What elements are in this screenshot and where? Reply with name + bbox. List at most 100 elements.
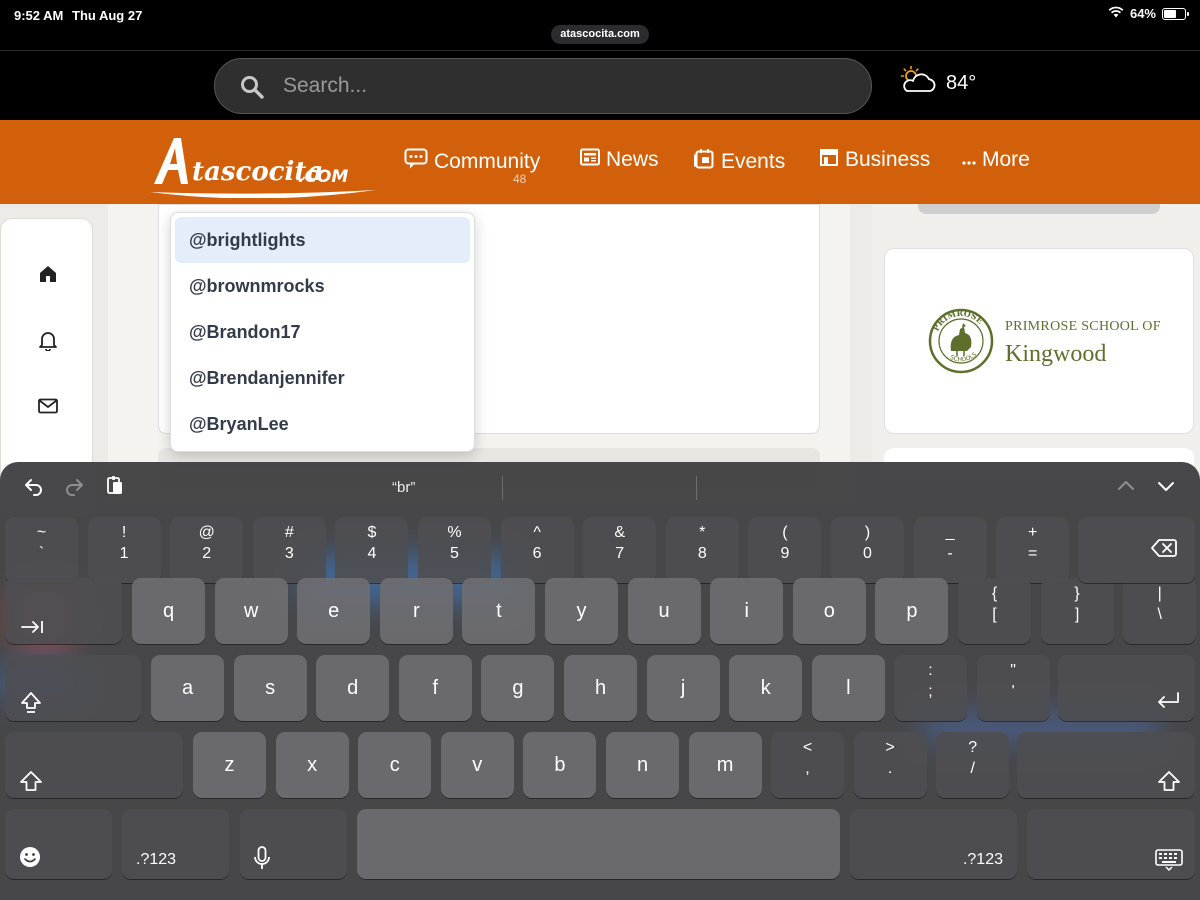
letter-key[interactable]: e xyxy=(297,578,371,644)
number-key[interactable]: @2 xyxy=(170,517,244,583)
letter-key[interactable]: h xyxy=(564,655,637,721)
letter-key[interactable]: d xyxy=(316,655,390,721)
letter-key[interactable]: p xyxy=(875,578,949,644)
shift-key-left[interactable] xyxy=(5,732,183,798)
nav-community[interactable]: Community 48 xyxy=(404,148,540,186)
letter-key[interactable]: x xyxy=(275,732,349,798)
symbol-key[interactable]: ? / xyxy=(936,732,1010,798)
ad-card[interactable]: PRIMROSE SCHOOLS PRIMROSE SCHOOL OF King… xyxy=(884,248,1194,434)
number-key[interactable]: #3 xyxy=(252,517,326,583)
return-key[interactable] xyxy=(1058,655,1195,721)
key-shift-label: } xyxy=(1074,585,1080,602)
prediction-suggestion[interactable]: “br” xyxy=(392,479,415,496)
nav-events[interactable]: Events xyxy=(693,148,785,176)
letter-key[interactable]: l xyxy=(811,655,885,721)
symbol-key[interactable]: <, xyxy=(771,732,844,798)
letter-key[interactable]: g xyxy=(481,655,555,721)
search-input[interactable] xyxy=(283,69,843,103)
nav-more[interactable]: More xyxy=(962,148,1030,172)
letter-key[interactable]: f xyxy=(398,655,472,721)
mention-item[interactable]: @BryanLee xyxy=(175,401,470,447)
number-key[interactable]: $4 xyxy=(335,517,409,583)
number-key[interactable]: _ - xyxy=(913,517,987,583)
mention-item[interactable]: @brownmrocks xyxy=(175,263,470,309)
caps-lock-key[interactable] xyxy=(5,655,141,721)
number-key[interactable]: * 8 xyxy=(665,517,739,583)
number-key[interactable]: & 7 xyxy=(583,517,657,583)
letter-key[interactable]: s xyxy=(233,655,307,721)
key-label: f xyxy=(432,677,439,699)
letter-key[interactable]: j xyxy=(646,655,720,721)
weather-widget[interactable]: 84° xyxy=(898,65,976,101)
home-icon[interactable] xyxy=(37,263,59,285)
letter-key[interactable]: o xyxy=(792,578,866,644)
key-label: p xyxy=(906,600,918,622)
letter-key[interactable]: z xyxy=(193,732,266,798)
symbol-key[interactable]: | \ xyxy=(1123,578,1197,644)
number-key[interactable]: ^ 6 xyxy=(500,517,574,583)
number-key[interactable]: ~ ` xyxy=(5,517,78,583)
numbers-key-right[interactable]: .?123 xyxy=(850,809,1017,879)
chevron-up-icon[interactable] xyxy=(1114,474,1138,498)
mention-item[interactable]: @Brendanjennifer xyxy=(175,355,470,401)
symbol-key[interactable]: {[ xyxy=(958,578,1031,644)
number-key[interactable]: % 5 xyxy=(418,517,491,583)
letter-key[interactable]: t xyxy=(462,578,536,644)
search-box[interactable] xyxy=(214,58,872,114)
letter-key[interactable]: m xyxy=(688,732,762,798)
nav-news[interactable]: News xyxy=(580,148,659,172)
letter-key[interactable]: c xyxy=(358,732,432,798)
tab-key[interactable] xyxy=(5,578,122,644)
url-pill[interactable]: atascocita.com xyxy=(551,25,649,44)
mention-item[interactable]: @brightlights xyxy=(175,217,470,263)
mention-item[interactable]: @Brandon17 xyxy=(175,309,470,355)
key-label: ' xyxy=(1011,683,1015,700)
key-label: 0 xyxy=(863,545,872,562)
redo-icon[interactable] xyxy=(62,474,86,498)
letter-key[interactable]: b xyxy=(523,732,597,798)
nav-business[interactable]: Business xyxy=(819,148,930,172)
letter-key[interactable]: r xyxy=(379,578,453,644)
emoji-key[interactable] xyxy=(5,809,112,879)
number-key[interactable]: + = xyxy=(996,517,1070,583)
paste-icon[interactable] xyxy=(103,474,127,498)
letter-key[interactable]: v xyxy=(440,732,514,798)
key-label: y xyxy=(576,600,587,622)
right-column-button[interactable] xyxy=(918,204,1160,214)
key-shift-label: : xyxy=(928,662,933,679)
mail-icon[interactable] xyxy=(37,395,59,417)
symbol-key[interactable]: }] xyxy=(1040,578,1114,644)
key-label: b xyxy=(554,754,566,776)
symbol-key[interactable]: :; xyxy=(894,655,967,721)
number-key[interactable]: (9 xyxy=(748,517,822,583)
symbol-key[interactable]: " ' xyxy=(976,655,1050,721)
letter-key[interactable]: y xyxy=(545,578,618,644)
chevron-down-icon[interactable] xyxy=(1154,474,1178,498)
letter-key[interactable]: w xyxy=(214,578,288,644)
key-label: v xyxy=(472,754,483,776)
microphone-icon xyxy=(252,845,272,876)
mention-suggestions: @brightlights @brownmrocks @Brandon17 @B… xyxy=(170,212,475,452)
number-key[interactable]: ) 0 xyxy=(831,517,904,583)
undo-icon[interactable] xyxy=(22,474,46,498)
delete-key[interactable] xyxy=(1078,517,1195,583)
numbers-key-left[interactable]: .?123 xyxy=(122,809,229,879)
bell-icon[interactable] xyxy=(37,329,59,352)
key-shift-label: ^ xyxy=(533,524,541,541)
key-shift-label: ~ xyxy=(36,524,47,541)
letter-key[interactable]: n xyxy=(606,732,679,798)
letter-key[interactable]: a xyxy=(151,655,224,721)
letter-key[interactable]: u xyxy=(627,578,701,644)
status-time: 9:52 AM xyxy=(14,8,64,23)
site-logo[interactable]: tascocita .COM xyxy=(148,132,378,199)
number-key[interactable]: ! 1 xyxy=(87,517,161,583)
dismiss-keyboard-key[interactable] xyxy=(1027,809,1195,879)
dictation-key[interactable] xyxy=(240,809,347,879)
key-label: o xyxy=(823,600,835,622)
letter-key[interactable]: q xyxy=(132,578,205,644)
symbol-key[interactable]: >. xyxy=(853,732,927,798)
letter-key[interactable]: k xyxy=(729,655,803,721)
letter-key[interactable]: i xyxy=(710,578,784,644)
shift-key-right[interactable] xyxy=(1017,732,1195,798)
space-bar[interactable] xyxy=(357,809,840,879)
